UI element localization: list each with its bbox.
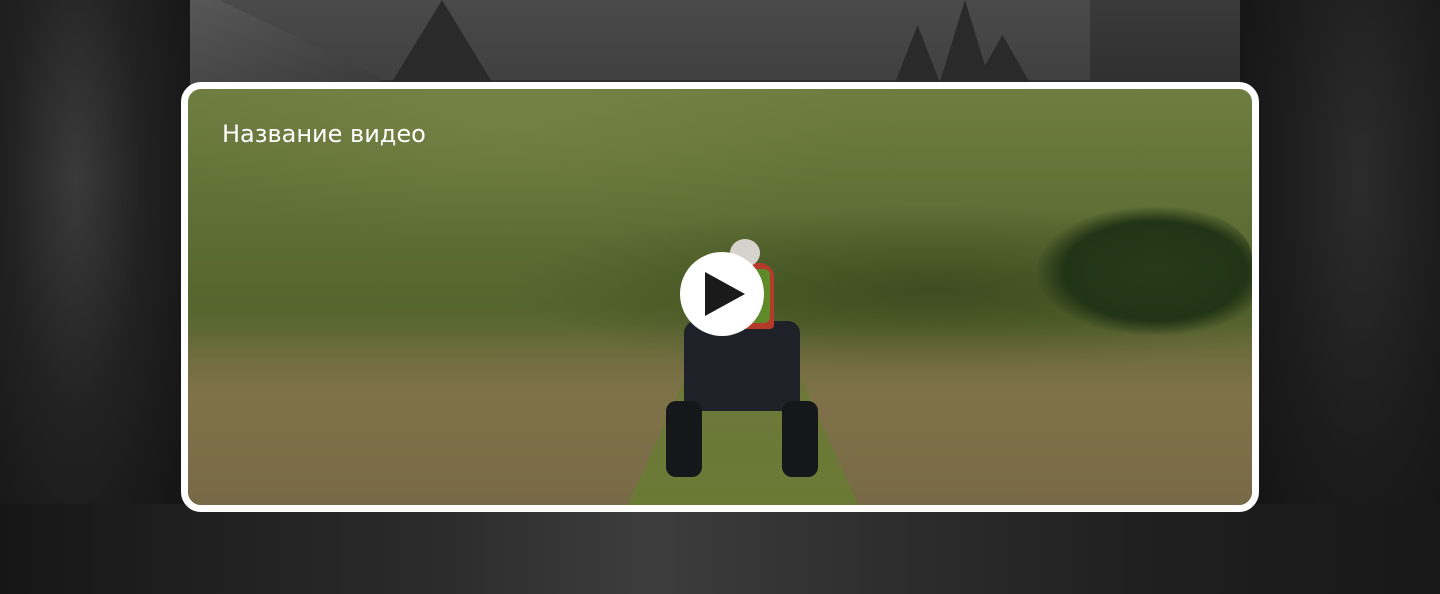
background-ground — [0, 504, 1440, 594]
play-icon — [705, 272, 745, 316]
video-frame-bush — [1037, 207, 1252, 335]
video-player[interactable]: Название видео — [181, 82, 1259, 512]
play-button[interactable] — [680, 252, 764, 336]
video-frame-atv — [666, 321, 818, 483]
video-title: Название видео — [222, 120, 426, 148]
atv-wheel — [666, 401, 702, 477]
atv-wheel — [782, 401, 818, 477]
atv-body — [684, 321, 800, 411]
